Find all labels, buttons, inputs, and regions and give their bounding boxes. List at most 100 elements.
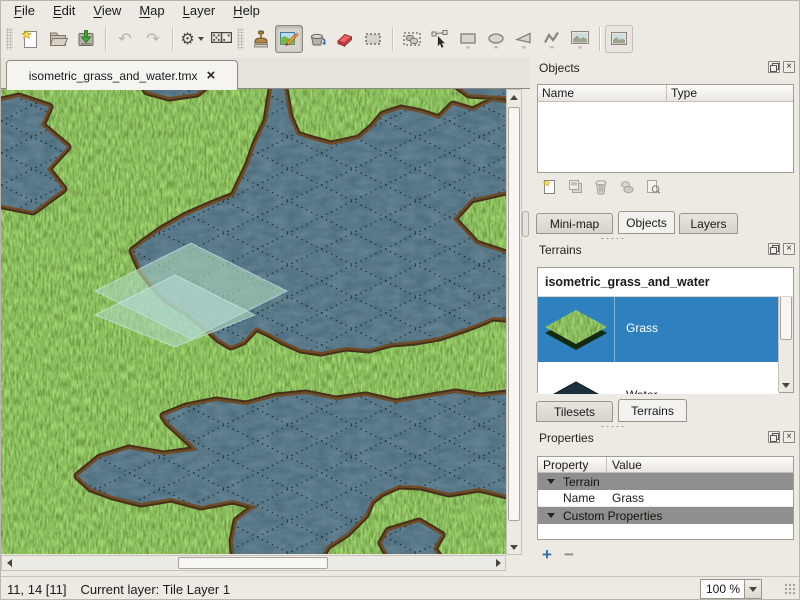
rectangular-select-button[interactable] (359, 25, 387, 53)
menu-layer[interactable]: Layer (174, 2, 225, 19)
window-resize-grip[interactable] (784, 583, 797, 596)
scroll-right-arrow[interactable] (491, 556, 505, 570)
toolbar-separator (105, 27, 106, 51)
close-panel-icon[interactable]: × (783, 61, 795, 73)
select-objects-button[interactable] (398, 25, 426, 53)
duplicate-object-icon[interactable] (564, 176, 585, 197)
terrain-item-label: Grass (626, 321, 658, 335)
insert-ellipse-button[interactable] (482, 25, 510, 53)
undo-button[interactable]: ↶ (111, 25, 139, 53)
new-map-button[interactable] (16, 25, 44, 53)
menu-help[interactable]: Help (224, 2, 269, 19)
scroll-up-arrow[interactable] (507, 90, 521, 104)
property-row-name[interactable]: Name Grass (538, 490, 793, 507)
tiled-window: File Edit View Map Layer Help (0, 0, 800, 600)
canvas-vertical-scrollbar[interactable] (506, 89, 522, 555)
float-panel-icon[interactable] (768, 61, 780, 73)
close-panel-icon[interactable]: × (783, 431, 795, 443)
zoom-combobox[interactable]: 100 % (700, 579, 762, 599)
isometric-map-render (1, 89, 506, 554)
dock-splitter[interactable] (522, 89, 530, 571)
current-layer-label: Current layer: Tile Layer 1 (81, 582, 231, 597)
add-property-button[interactable]: + (542, 546, 552, 563)
terrain-item-grass[interactable]: Grass (538, 297, 779, 362)
menu-map[interactable]: Map (130, 2, 173, 19)
tab-terrains[interactable]: Terrains (618, 399, 687, 422)
item-divider (614, 297, 615, 362)
execute-commands-button[interactable]: ⚙ (178, 25, 206, 53)
cursor-position: 11, 14 [11] (7, 582, 67, 597)
objects-table-body[interactable] (538, 102, 793, 172)
menu-edit[interactable]: Edit (44, 2, 84, 19)
column-header-value: Value (607, 458, 793, 472)
objects-table-header: Name Type (538, 85, 793, 102)
dock-resize-handle[interactable] (600, 237, 626, 240)
insert-polygon-button[interactable] (510, 25, 538, 53)
terrain-item-label: Water (626, 388, 658, 394)
scroll-down-arrow[interactable] (779, 378, 793, 392)
column-header-name: Name (538, 85, 667, 101)
toolbar-separator (172, 27, 173, 51)
scroll-down-arrow[interactable] (507, 540, 521, 554)
close-panel-icon[interactable]: × (783, 243, 795, 255)
property-value[interactable]: Grass (607, 491, 793, 505)
chevron-down-icon (749, 587, 757, 592)
document-tab[interactable]: isometric_grass_and_water.tmx × (6, 60, 238, 90)
status-bar: 11, 14 [11] Current layer: Tile Layer 1 … (1, 576, 800, 600)
zoom-dropdown-button[interactable] (744, 580, 761, 598)
insert-polyline-button[interactable] (538, 25, 566, 53)
terrain-brush-button[interactable] (275, 25, 303, 53)
objects-panel-buttons: × (768, 61, 795, 73)
scroll-left-arrow[interactable] (2, 556, 16, 570)
float-panel-icon[interactable] (768, 243, 780, 255)
insert-tile-icon (568, 28, 592, 50)
property-group-terrain[interactable]: Terrain (538, 473, 793, 490)
open-file-button[interactable] (44, 25, 72, 53)
add-object-icon[interactable] (538, 176, 559, 197)
tab-mini-map[interactable]: Mini-map (536, 213, 613, 234)
tab-tilesets[interactable]: Tilesets (536, 401, 613, 422)
toolbar-drag-handle[interactable] (6, 28, 13, 50)
splitter-grip[interactable] (522, 211, 529, 237)
dock-resize-handle[interactable] (600, 425, 626, 428)
grass-tile-thumbnail (543, 300, 609, 358)
property-group-label: Custom Properties (563, 509, 662, 523)
horizontal-scroll-thumb[interactable] (178, 557, 328, 569)
canvas-horizontal-scrollbar[interactable] (1, 555, 506, 571)
toolbar-separator (392, 27, 393, 51)
toolbar-drag-handle[interactable] (237, 28, 244, 50)
save-file-button[interactable] (72, 25, 100, 53)
insert-ellipse-icon (485, 28, 507, 50)
property-group-custom[interactable]: Custom Properties (538, 507, 793, 524)
edit-polygons-button[interactable] (426, 25, 454, 53)
move-objects-icon[interactable] (616, 176, 637, 197)
vertical-scroll-thumb[interactable] (508, 107, 520, 521)
tab-layers[interactable]: Layers (679, 213, 738, 234)
insert-rectangle-icon (457, 28, 479, 50)
terrain-item-water[interactable]: Water (538, 362, 779, 394)
bucket-fill-button[interactable] (303, 25, 331, 53)
stamp-brush-button[interactable] (247, 25, 275, 53)
remove-object-icon[interactable] (590, 176, 611, 197)
dock-panel: Objects × Name Type (530, 56, 800, 576)
redo-button[interactable]: ↷ (139, 25, 167, 53)
float-panel-icon[interactable] (768, 431, 780, 443)
bucket-icon (306, 28, 328, 50)
menu-file[interactable]: File (5, 2, 44, 19)
random-mode-button[interactable]: ⚄⚁ (206, 25, 234, 53)
eraser-button[interactable] (331, 25, 359, 53)
redo-icon: ↷ (146, 31, 159, 47)
save-icon (75, 28, 97, 50)
insert-image-icon (608, 28, 630, 50)
map-canvas[interactable] (1, 89, 506, 554)
object-properties-icon[interactable] (642, 176, 663, 197)
insert-tile-button[interactable] (566, 25, 594, 53)
tab-objects[interactable]: Objects (618, 211, 675, 234)
column-header-type: Type (667, 85, 793, 101)
remove-property-button[interactable]: − (564, 546, 574, 563)
insert-rectangle-button[interactable] (454, 25, 482, 53)
tileset-name-header: isometric_grass_and_water (538, 268, 793, 297)
menu-view[interactable]: View (84, 2, 130, 19)
tab-close-icon[interactable]: × (206, 68, 215, 83)
insert-image-button[interactable] (605, 25, 633, 53)
